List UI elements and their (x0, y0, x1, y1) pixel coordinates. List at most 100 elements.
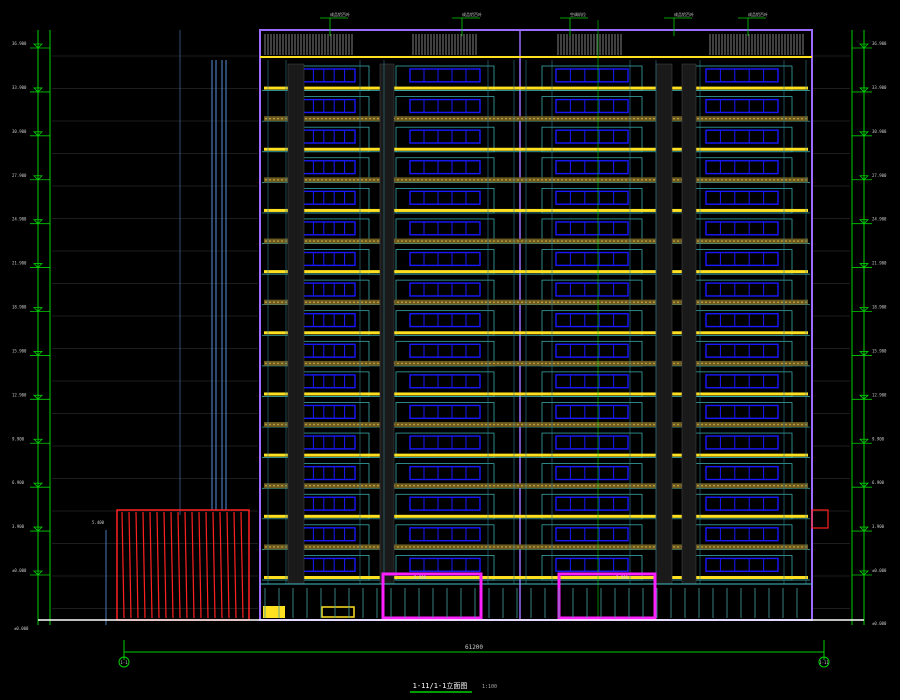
ac-grille-dot (537, 240, 539, 242)
ac-grille-dot (733, 423, 735, 426)
callout-label: 成品铝百叶 (674, 11, 694, 17)
ac-grille-dot (613, 362, 615, 365)
level-label-left: 9.900 (12, 436, 25, 441)
ac-grille-dot (545, 301, 547, 304)
ac-grille-dot (653, 117, 655, 120)
ac-grille-dot (277, 546, 279, 548)
ac-grille-dot (401, 484, 403, 487)
ac-grille-dot (413, 301, 415, 304)
ac-grille-dot (461, 117, 463, 120)
ac-grille-dot (509, 362, 511, 365)
ac-grille-dot (589, 240, 591, 242)
ac-grille-dot (721, 362, 723, 365)
ac-grille-dot (777, 546, 779, 548)
annex-fin (184, 511, 188, 619)
ac-grille-dot (505, 301, 507, 304)
ac-grille-dot (481, 240, 483, 242)
ac-grille-dot (577, 423, 579, 426)
balcony-rail (264, 208, 808, 212)
ac-grille-dot (705, 546, 707, 548)
ac-grille-dot (369, 362, 371, 365)
ac-grille-dot (333, 179, 335, 181)
ac-grille-dot (673, 301, 675, 304)
ac-grille-dot (569, 362, 571, 365)
ac-grille-dot (793, 301, 795, 304)
ac-grille-dot (537, 484, 539, 487)
ac-grille-dot (753, 179, 755, 181)
ac-grille-dot (353, 423, 355, 426)
ac-grille-dot (377, 117, 379, 120)
ac-grille-dot (453, 117, 455, 120)
ac-grille-dot (753, 362, 755, 365)
ac-grille-dot (421, 179, 423, 181)
ac-grille-dot (745, 484, 747, 487)
ac-grille-dot (477, 423, 479, 426)
ac-grille-dot (397, 423, 399, 426)
ac-grille-dot (469, 546, 471, 548)
ac-grille-dot (593, 240, 595, 242)
ac-grille-dot (717, 546, 719, 548)
ac-grille-dot (529, 240, 531, 242)
ac-grille-dot (605, 117, 607, 120)
ac-grille-dot (785, 240, 787, 242)
ac-grille-dot (757, 362, 759, 365)
ac-grille-dot (501, 240, 503, 242)
ac-grille-dot (569, 117, 571, 120)
ac-grille-dot (489, 117, 491, 120)
ac-grille-dot (457, 546, 459, 548)
ac-grille-dot (797, 301, 799, 304)
ac-grille-dot (729, 301, 731, 304)
ac-grille-dot (637, 117, 639, 120)
level-label-right: 30.900 (872, 129, 887, 134)
ac-grille-dot (565, 117, 567, 120)
level-label-right: 27.900 (872, 173, 887, 178)
ac-grille-dot (405, 240, 407, 242)
ac-grille-dot (313, 117, 315, 120)
ac-grille-dot (717, 362, 719, 365)
ac-grille-dot (577, 117, 579, 120)
annex-fin (191, 511, 195, 619)
ac-grille-dot (645, 117, 647, 120)
ac-grille-dot (501, 179, 503, 181)
ac-grille-dot (501, 117, 503, 120)
ac-grille-dot (477, 301, 479, 304)
window (705, 527, 779, 542)
ac-grille-dot (369, 484, 371, 487)
window (555, 160, 629, 175)
ac-grille-dot (537, 546, 539, 548)
ac-grille-dot (545, 362, 547, 365)
ac-grille-dot (609, 179, 611, 181)
ac-grille-dot (377, 301, 379, 304)
ac-grille-dot (401, 117, 403, 120)
ac-grille-dot (601, 117, 603, 120)
ac-grille-dot (621, 546, 623, 548)
right-bottom-level: ±0.000 (872, 621, 887, 626)
ac-grille-dot (481, 423, 483, 426)
ac-grille-dot (765, 179, 767, 181)
ac-grille-dot (593, 546, 595, 548)
ac-grille-dot (353, 117, 355, 120)
ac-grille-dot (577, 301, 579, 304)
ac-grille-dot (501, 362, 503, 365)
ac-grille-dot (505, 423, 507, 426)
ac-grille-dot (281, 117, 283, 120)
ac-grille-dot (453, 423, 455, 426)
ac-grille-dot (309, 117, 311, 120)
ac-grille-dot (281, 240, 283, 242)
ac-grille-dot (641, 301, 643, 304)
window (302, 251, 356, 267)
ac-grille-dot (573, 546, 575, 548)
ac-grille-dot (713, 484, 715, 487)
ac-grille-dot (637, 546, 639, 548)
ac-grille-dot (341, 423, 343, 426)
ac-grille-dot (409, 484, 411, 487)
ac-grille-dot (321, 423, 323, 426)
ac-grille-dot (413, 484, 415, 487)
ac-grille-dot (713, 423, 715, 426)
ac-grille-dot (433, 240, 435, 242)
ac-grille-dot (365, 179, 367, 181)
ac-grille-dot (509, 117, 511, 120)
ac-grille-dot (545, 240, 547, 242)
ac-grille-dot (401, 179, 403, 181)
ac-grille-dot (565, 301, 567, 304)
